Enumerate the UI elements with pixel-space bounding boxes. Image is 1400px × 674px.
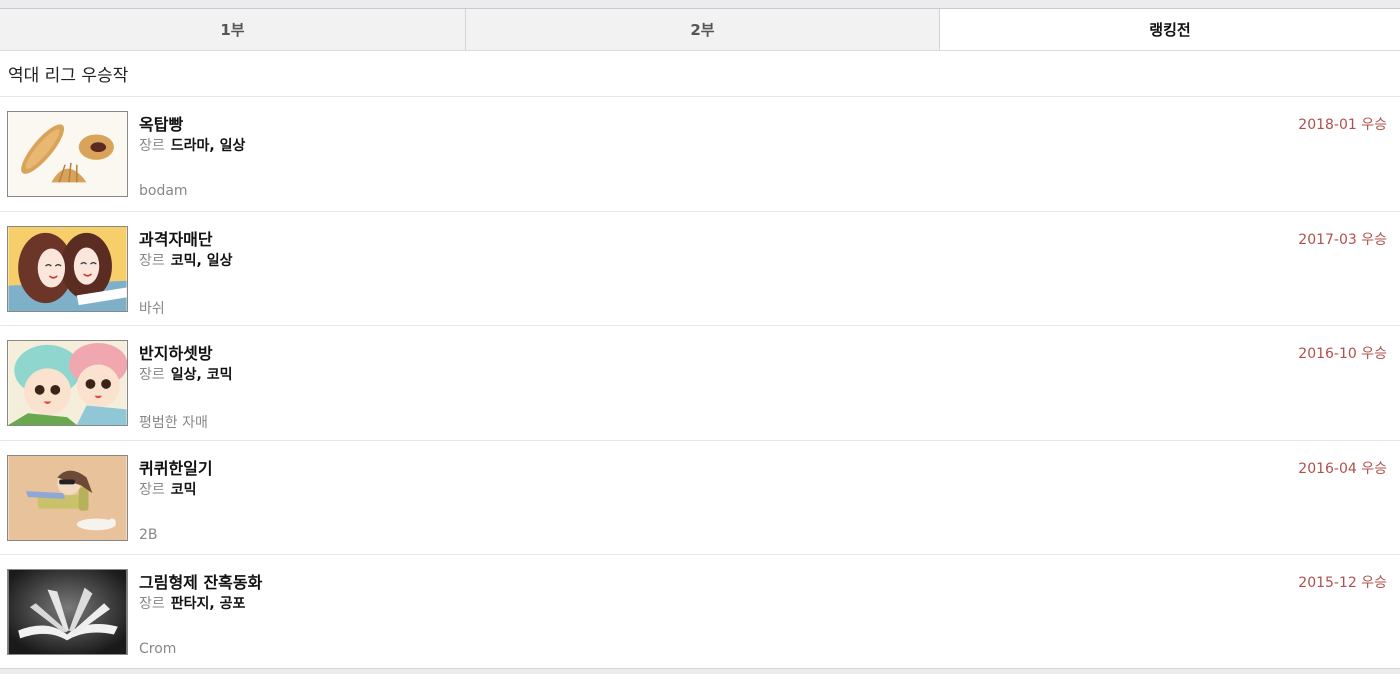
tab-ranking[interactable]: 랭킹전 bbox=[940, 9, 1400, 50]
item-title[interactable]: 퀴퀴한일기 bbox=[139, 455, 213, 479]
genre-label: 장르 bbox=[139, 252, 165, 269]
list-item[interactable]: 반지하셋방 장르 일상, 코믹 평범한 자매 2016-10 우승 bbox=[0, 326, 1400, 441]
tab-part-2[interactable]: 2부 bbox=[466, 9, 940, 50]
tab-part-1[interactable]: 1부 bbox=[0, 9, 466, 50]
item-genre: 장르 드라마, 일상 bbox=[139, 135, 245, 155]
item-win-date: 2016-04 우승 bbox=[1298, 460, 1387, 477]
top-strip bbox=[0, 0, 1400, 9]
genre-label: 장르 bbox=[139, 367, 165, 383]
genre-value: 일상, 코믹 bbox=[170, 367, 233, 383]
item-win-date: 2017-03 우승 bbox=[1298, 231, 1387, 248]
item-genre: 장르 코믹, 일상 bbox=[139, 250, 232, 270]
genre-label: 장르 bbox=[139, 138, 165, 154]
genre-value: 코믹 bbox=[170, 481, 197, 498]
item-title[interactable]: 과격자매단 bbox=[139, 226, 213, 250]
list-item[interactable]: 옥탑빵 장르 드라마, 일상 bodam 2018-01 우승 bbox=[0, 97, 1400, 212]
genre-value: 판타지, 공포 bbox=[170, 596, 246, 612]
item-win-date: 2015-12 우승 bbox=[1298, 575, 1387, 591]
sofa-thumbnail-icon[interactable] bbox=[7, 454, 128, 541]
tab-bar: 1부 2부 랭킹전 bbox=[0, 9, 1400, 51]
list-item[interactable]: 과격자매단 장르 코믹, 일상 바쉬 2017-03 우승 bbox=[0, 212, 1400, 326]
sisters-thumbnail-icon[interactable] bbox=[7, 225, 128, 312]
item-genre: 장르 코믹 bbox=[139, 479, 197, 499]
genre-value: 드라마, 일상 bbox=[170, 138, 246, 154]
kids-thumbnail-icon[interactable] bbox=[7, 340, 128, 426]
winner-list: 옥탑빵 장르 드라마, 일상 bodam 2018-01 우승 과격자매단 장르 코… bbox=[0, 97, 1400, 670]
bottom-strip bbox=[0, 668, 1400, 674]
section-title: 역대 리그 우승작 bbox=[0, 51, 1400, 97]
genre-label: 장르 bbox=[139, 481, 165, 498]
item-author: 바쉬 bbox=[139, 300, 165, 317]
item-win-date: 2018-01 우승 bbox=[1298, 117, 1387, 133]
item-author: bodam bbox=[139, 183, 188, 199]
list-item[interactable]: 그림형제 잔혹동화 장르 판타지, 공포 Crom 2015-12 우승 bbox=[0, 555, 1400, 670]
item-title[interactable]: 그림형제 잔혹동화 bbox=[139, 569, 262, 593]
list-item[interactable]: 퀴퀴한일기 장르 코믹 2B 2016-04 우승 bbox=[0, 441, 1400, 555]
item-genre: 장르 일상, 코믹 bbox=[139, 364, 232, 384]
item-win-date: 2016-10 우승 bbox=[1298, 346, 1387, 362]
item-genre: 장르 판타지, 공포 bbox=[139, 593, 245, 613]
genre-value: 코믹, 일상 bbox=[170, 252, 233, 269]
item-title[interactable]: 옥탑빵 bbox=[139, 111, 183, 135]
item-author: 평범한 자매 bbox=[139, 415, 208, 431]
bread-thumbnail-icon[interactable] bbox=[7, 111, 128, 197]
item-author: 2B bbox=[139, 526, 158, 543]
item-title[interactable]: 반지하셋방 bbox=[139, 340, 213, 364]
book-thumbnail-icon[interactable] bbox=[7, 569, 128, 655]
item-author: Crom bbox=[139, 641, 177, 657]
genre-label: 장르 bbox=[139, 596, 165, 612]
